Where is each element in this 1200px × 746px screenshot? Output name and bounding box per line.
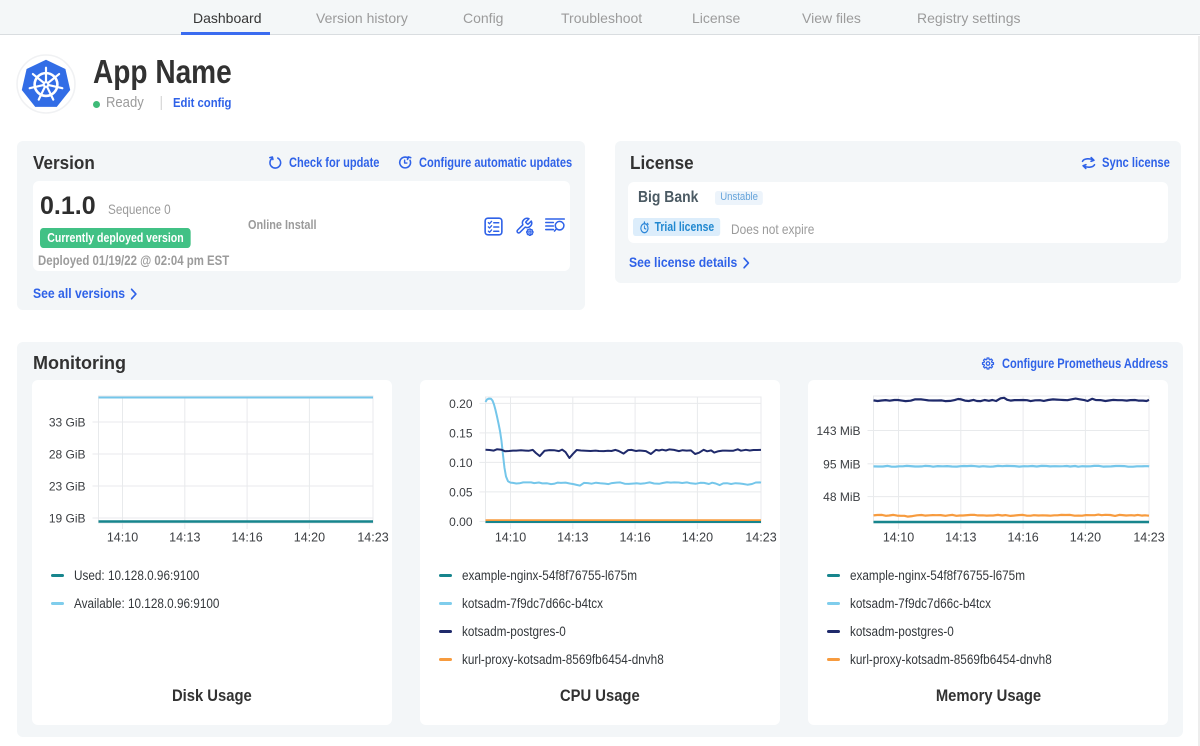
svg-text:14:10: 14:10 <box>495 531 526 545</box>
svg-text:14:13: 14:13 <box>557 531 588 545</box>
svg-text:14:23: 14:23 <box>357 531 388 545</box>
svg-text:95 MiB: 95 MiB <box>823 457 860 471</box>
svg-text:48 MiB: 48 MiB <box>823 490 860 504</box>
svg-text:0.05: 0.05 <box>449 485 473 499</box>
svg-text:14:13: 14:13 <box>169 531 200 545</box>
svg-text:0.15: 0.15 <box>449 426 473 440</box>
svg-text:33 GiB: 33 GiB <box>49 416 86 430</box>
svg-text:14:13: 14:13 <box>945 531 976 545</box>
svg-text:14:16: 14:16 <box>231 531 262 545</box>
svg-text:14:20: 14:20 <box>682 531 713 545</box>
svg-text:14:20: 14:20 <box>294 531 325 545</box>
svg-text:0.10: 0.10 <box>449 456 473 470</box>
svg-text:143 MiB: 143 MiB <box>816 424 860 438</box>
svg-text:14:16: 14:16 <box>619 531 650 545</box>
svg-text:0.20: 0.20 <box>449 397 473 411</box>
svg-text:14:16: 14:16 <box>1007 531 1038 545</box>
svg-text:28 GiB: 28 GiB <box>49 448 86 462</box>
svg-text:23 GiB: 23 GiB <box>49 480 86 494</box>
svg-text:0.00: 0.00 <box>449 515 473 529</box>
svg-text:14:10: 14:10 <box>883 531 914 545</box>
svg-text:14:23: 14:23 <box>745 531 776 545</box>
svg-text:14:23: 14:23 <box>1133 531 1164 545</box>
svg-text:14:10: 14:10 <box>107 531 138 545</box>
svg-text:19 GiB: 19 GiB <box>49 512 86 526</box>
svg-text:14:20: 14:20 <box>1070 531 1101 545</box>
